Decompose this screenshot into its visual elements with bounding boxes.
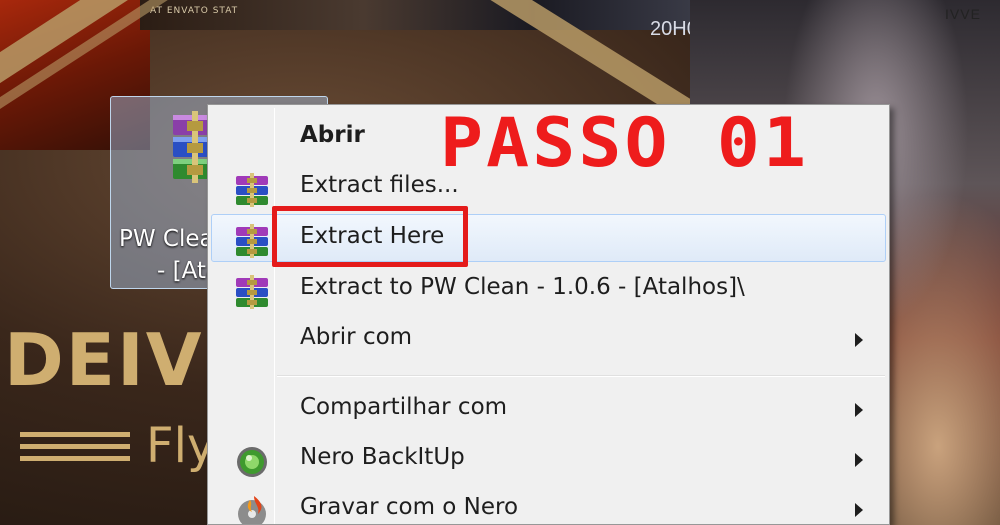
submenu-arrow-icon xyxy=(855,503,863,517)
menu-item-compartilhar-com[interactable]: Compartilhar com xyxy=(211,385,886,433)
submenu-arrow-icon xyxy=(855,403,863,417)
nero-burn-icon xyxy=(238,496,266,524)
menu-item-label: Gravar com o Nero xyxy=(300,494,519,520)
step-title: PASSO 01 xyxy=(440,104,810,183)
wallpaper-photo-top: AT ENVATO STAT xyxy=(140,0,700,30)
submenu-arrow-icon xyxy=(855,453,863,467)
menu-item-label: Extract to PW Clean - 1.0.6 - [Atalhos]\ xyxy=(300,274,745,300)
menu-item-nero-backitup[interactable]: Nero BackItUp xyxy=(211,435,886,483)
wallpaper-brand-text: DEIVI xyxy=(4,318,233,402)
menu-separator xyxy=(277,375,885,377)
menu-item-label: Compartilhar com xyxy=(300,394,508,420)
winrar-icon xyxy=(236,173,268,207)
menu-item-gravar-com-nero[interactable]: Gravar com o Nero xyxy=(211,485,886,524)
nero-backitup-icon xyxy=(237,447,267,477)
menu-item-label: Extract files... xyxy=(300,172,459,198)
wallpaper-brand-stripes xyxy=(20,432,130,468)
winrar-icon xyxy=(236,224,268,258)
submenu-arrow-icon xyxy=(855,333,863,347)
extract-here-highlight xyxy=(272,206,468,267)
menu-item-label: Nero BackItUp xyxy=(300,444,465,470)
menu-item-extract-to-folder[interactable]: Extract to PW Clean - 1.0.6 - [Atalhos]\ xyxy=(211,265,886,313)
winrar-icon xyxy=(236,275,268,309)
wallpaper-brand-sub: Fly xyxy=(146,418,216,474)
menu-item-abrir-com[interactable]: Abrir com xyxy=(211,315,886,363)
wallpaper-right-mark: IVVE xyxy=(945,6,981,22)
menu-item-label: Abrir xyxy=(300,122,365,148)
wallpaper-top-text: AT ENVATO STAT xyxy=(150,6,239,16)
menu-item-label: Abrir com xyxy=(300,324,413,350)
